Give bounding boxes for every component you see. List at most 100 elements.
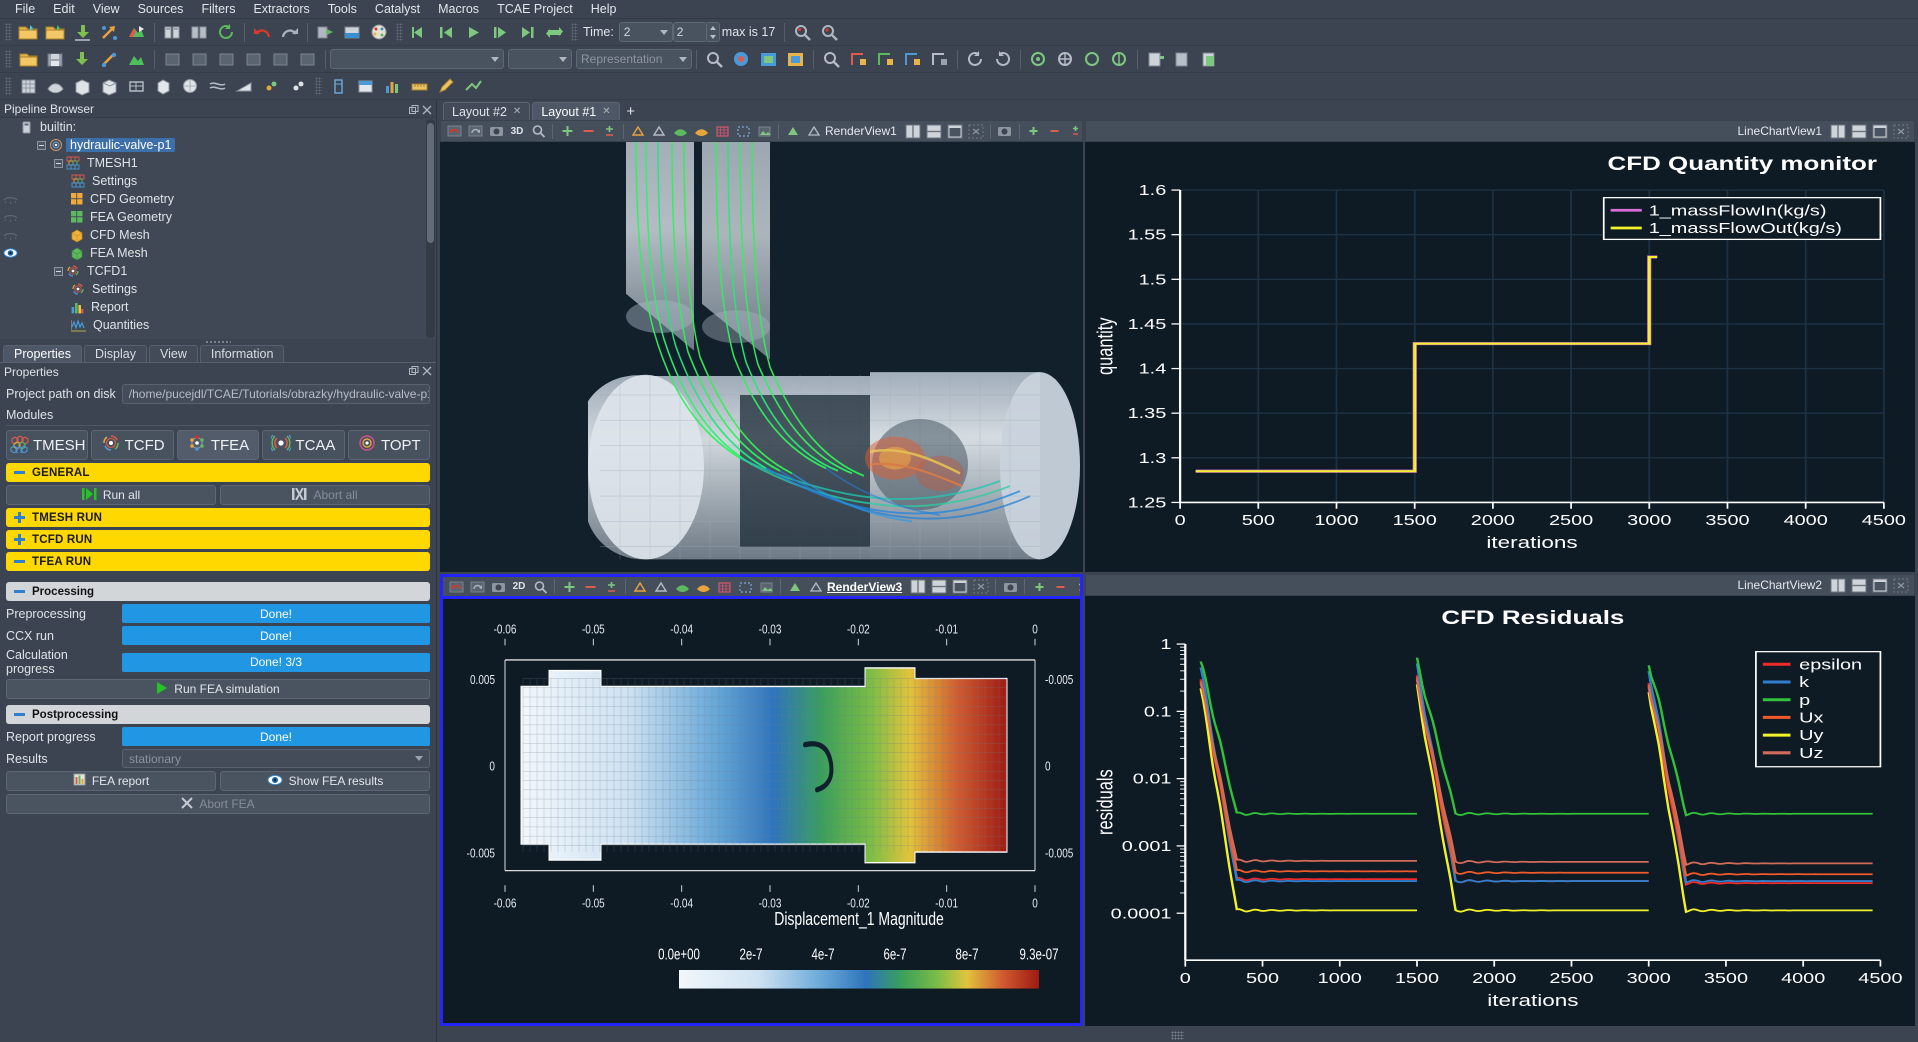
disconnect-icon[interactable]: [187, 21, 212, 44]
source-cube-icon[interactable]: [151, 75, 176, 98]
pipeline-item-tcfd1[interactable]: TCFD1: [0, 262, 436, 280]
close-view-icon[interactable]: [1891, 122, 1911, 140]
view-edit-icon[interactable]: [601, 578, 621, 596]
split-vertical-icon[interactable]: [929, 578, 949, 596]
visibility-eye-icon-off[interactable]: [3, 211, 18, 223]
module-tcfd-button[interactable]: TCFD: [91, 430, 174, 460]
view-undo-icon[interactable]: [446, 578, 466, 596]
section-tfea-run[interactable]: TFEA RUN: [6, 552, 430, 571]
axis-x-icon[interactable]: [846, 48, 871, 71]
results-combo[interactable]: stationary: [122, 749, 430, 768]
toolbar-grip-2a[interactable]: [5, 50, 12, 68]
close-view-icon[interactable]: [966, 122, 986, 140]
tree-expander-icon[interactable]: [54, 158, 63, 168]
view-tri-outline-icon[interactable]: [806, 578, 826, 596]
legend-icon[interactable]: [353, 75, 378, 98]
maximize-view-icon[interactable]: [1870, 576, 1890, 594]
menu-item-tools[interactable]: Tools: [319, 0, 366, 19]
close-view-icon[interactable]: [971, 578, 991, 596]
view-remove-icon[interactable]: [580, 578, 600, 596]
view-redo-icon[interactable]: [465, 122, 485, 140]
view-axes-icon[interactable]: [628, 122, 648, 140]
linechartview2-canvas[interactable]: CFD Residuals 1 0.1 0.01 0.001 0.0001 0 500 1000…: [1085, 596, 1915, 1026]
properties-close-icon[interactable]: [422, 365, 432, 379]
play-icon[interactable]: [461, 21, 486, 44]
scalar-remove-icon[interactable]: [1045, 122, 1065, 140]
scalar-edit-icon[interactable]: [1071, 578, 1080, 596]
pipeline-item-fea-geometry[interactable]: FEA Geometry: [0, 208, 436, 226]
pipeline-item-settings[interactable]: Settings: [0, 280, 436, 298]
tree-expander-icon[interactable]: [37, 140, 46, 150]
split-vertical-icon[interactable]: [924, 122, 944, 140]
scalar-add-icon[interactable]: [1029, 578, 1049, 596]
menu-item-catalyst[interactable]: Catalyst: [366, 0, 429, 19]
camera-path-icon[interactable]: [461, 75, 486, 98]
show-fea-results-button[interactable]: Show FEA results: [220, 771, 430, 791]
menu-item-extractors[interactable]: Extractors: [244, 0, 318, 19]
pipeline-item-cfd-mesh[interactable]: CFD Mesh: [0, 226, 436, 244]
view-surface-icon[interactable]: [672, 578, 692, 596]
floppy-icon[interactable]: [43, 48, 68, 71]
scalar-remove-icon[interactable]: [1050, 578, 1070, 596]
menu-item-file[interactable]: File: [6, 0, 44, 19]
last-frame-icon[interactable]: [515, 21, 540, 44]
open-icon-2[interactable]: [16, 48, 41, 71]
rotate-90-ccw-icon[interactable]: [963, 48, 988, 71]
rescale-range-icon[interactable]: [729, 48, 754, 71]
copy-icon[interactable]: [1197, 48, 1222, 71]
scroll-thumb[interactable]: [427, 123, 434, 243]
menu-item-tcae-project[interactable]: TCAE Project: [488, 0, 582, 19]
filter-calc-icon[interactable]: [160, 48, 185, 71]
module-tmesh-button[interactable]: TMESH: [6, 430, 89, 460]
pipeline-item-fea-mesh[interactable]: FEA Mesh: [0, 244, 436, 262]
tab-information[interactable]: Information: [199, 345, 285, 362]
frame-value[interactable]: 2: [672, 22, 707, 42]
source-grid-icon[interactable]: [16, 75, 41, 98]
pipeline-item-cfd-geometry[interactable]: CFD Geometry: [0, 190, 436, 208]
toolbar-grip-time[interactable]: [571, 23, 578, 41]
select-points-icon[interactable]: [817, 21, 842, 44]
download-icon[interactable]: [70, 48, 95, 71]
view-tri-up-icon[interactable]: [785, 578, 805, 596]
split-vertical-icon[interactable]: [1849, 576, 1869, 594]
menu-item-help[interactable]: Help: [582, 0, 626, 19]
status-grip[interactable]: [1171, 1031, 1184, 1040]
section-postprocessing[interactable]: Postprocessing: [6, 705, 430, 724]
pipeline-scrollbar[interactable]: [426, 119, 435, 338]
color-map-icon[interactable]: [340, 21, 365, 44]
abort-all-button[interactable]: Abort all: [220, 485, 430, 505]
abort-fea-button[interactable]: Abort FEA: [6, 794, 430, 814]
frame-spinner-arrows[interactable]: [706, 22, 720, 42]
section-tmesh-run[interactable]: TMESH RUN: [6, 508, 430, 527]
frame-spinner[interactable]: 2: [672, 22, 720, 42]
view-image-icon[interactable]: [756, 578, 776, 596]
component-combo[interactable]: [508, 49, 572, 69]
pick-center-icon[interactable]: [1107, 48, 1132, 71]
source-box-icon[interactable]: [70, 75, 95, 98]
visibility-eye-icon-off[interactable]: [3, 229, 18, 241]
view-zoom-icon[interactable]: [530, 578, 550, 596]
run-fea-simulation-button[interactable]: Run FEA simulation: [6, 679, 430, 699]
text-source-icon[interactable]: [326, 75, 351, 98]
edit-color-icon[interactable]: [367, 21, 392, 44]
source-point2-icon[interactable]: [286, 75, 311, 98]
pencil-icon[interactable]: [434, 75, 459, 98]
filter-threshold-icon[interactable]: [268, 48, 293, 71]
tab-properties[interactable]: Properties: [3, 345, 82, 362]
split-horizontal-icon[interactable]: [903, 122, 923, 140]
save-file-icon[interactable]: [43, 21, 68, 44]
view-bounds-icon[interactable]: [733, 122, 753, 140]
filter-extract-icon[interactable]: [295, 48, 320, 71]
view-add-icon[interactable]: [559, 578, 579, 596]
view-grid-icon[interactable]: [712, 122, 732, 140]
next-frame-icon[interactable]: [488, 21, 513, 44]
chart-icon-2[interactable]: [124, 48, 149, 71]
rescale-visible-icon[interactable]: [783, 48, 808, 71]
view-axes-icon[interactable]: [630, 578, 650, 596]
array-combo[interactable]: [330, 49, 504, 69]
filter-clip-icon[interactable]: [214, 48, 239, 71]
section-processing[interactable]: Processing: [6, 582, 430, 601]
view-tri-outline-icon[interactable]: [804, 122, 824, 140]
paste-icon[interactable]: [1170, 48, 1195, 71]
center-axes-icon[interactable]: [1026, 48, 1051, 71]
